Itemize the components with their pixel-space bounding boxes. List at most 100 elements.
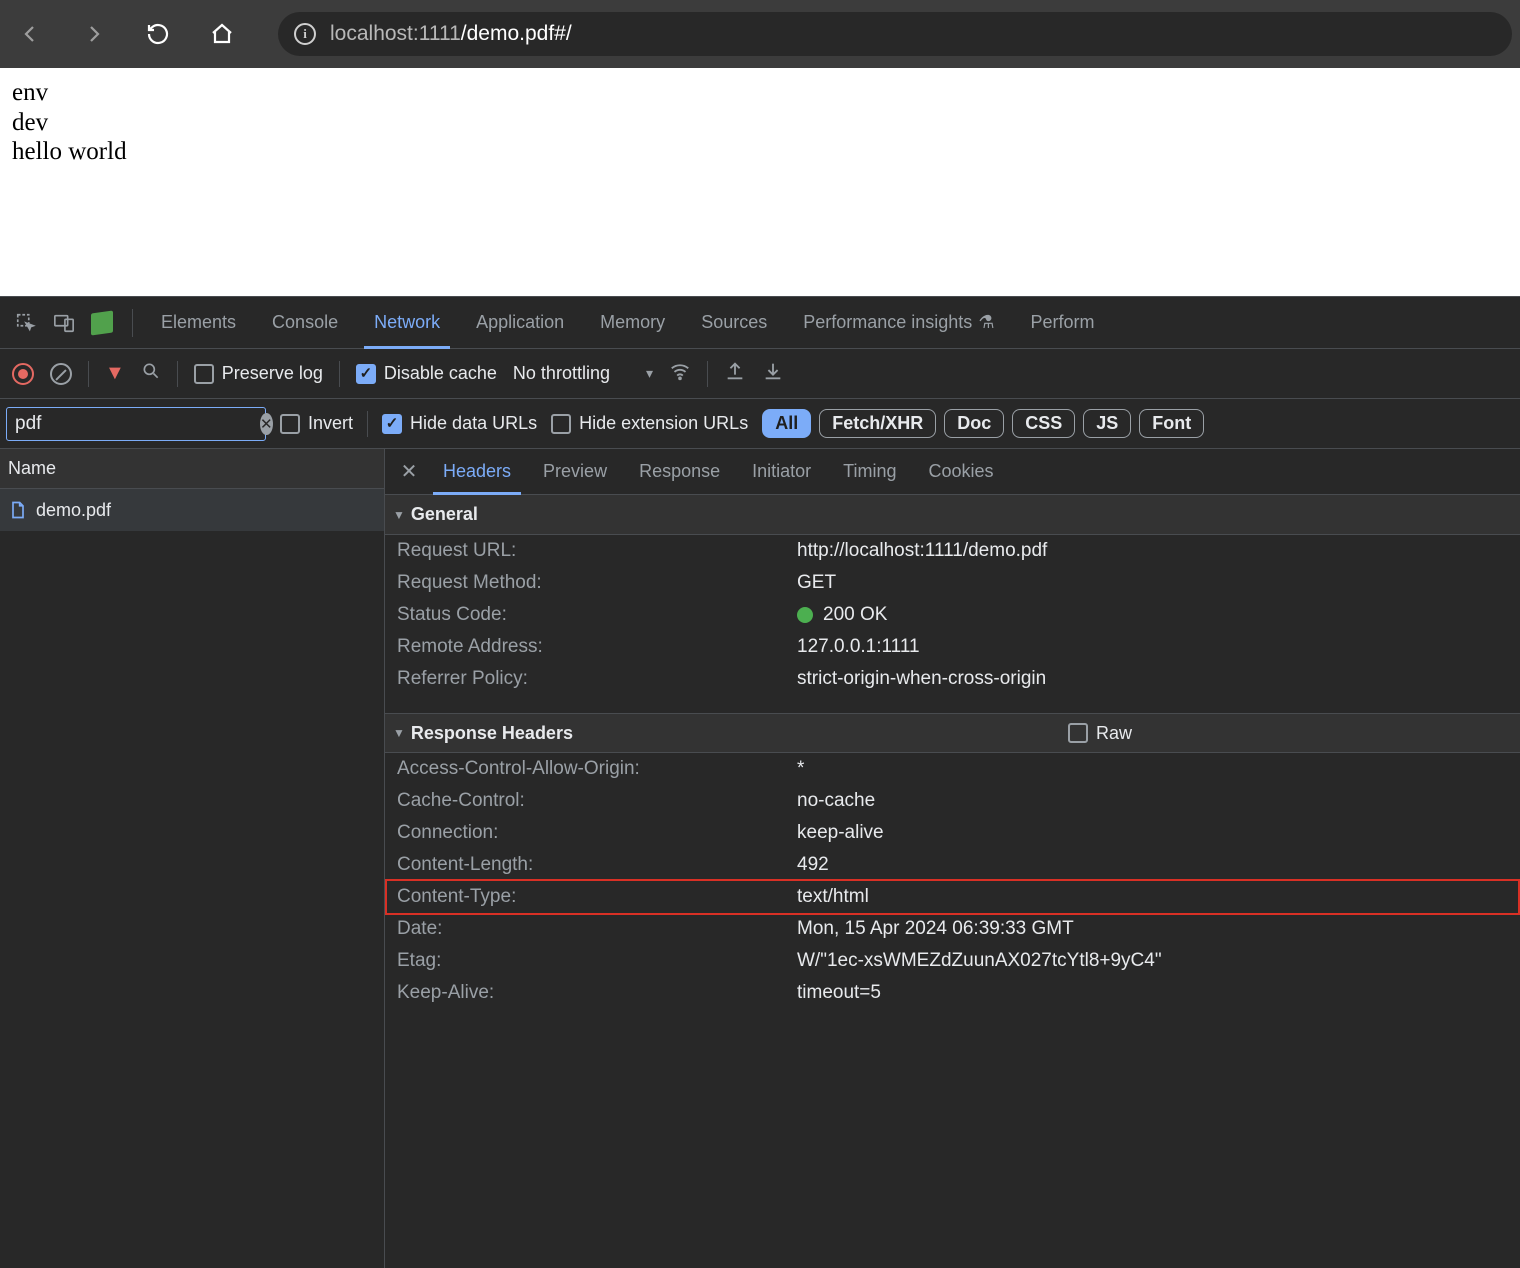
devtools-tab-perform[interactable]: Perform — [1012, 297, 1112, 348]
header-row: Request Method:GET — [385, 567, 1520, 599]
invert-label: Invert — [308, 413, 353, 434]
section-general[interactable]: ▼ General — [385, 495, 1520, 535]
clear-button[interactable] — [50, 363, 72, 385]
extension-icon[interactable] — [88, 309, 116, 337]
search-icon[interactable] — [141, 361, 161, 386]
header-key: Request Method: — [397, 572, 797, 594]
device-toggle-icon[interactable] — [50, 309, 78, 337]
invert-toggle[interactable]: Invert — [280, 413, 353, 434]
header-value: timeout=5 — [797, 982, 1508, 1004]
status-dot-icon — [797, 607, 813, 623]
devtools-tab-performance-insights[interactable]: Performance insights⚗ — [785, 297, 1012, 348]
header-row: Referrer Policy:strict-origin-when-cross… — [385, 663, 1520, 695]
header-value: 492 — [797, 854, 1508, 876]
checkbox-icon — [280, 414, 300, 434]
disable-cache-toggle[interactable]: Disable cache — [356, 363, 497, 384]
devtools-tab-network[interactable]: Network — [356, 297, 458, 348]
filter-pill-all[interactable]: All — [762, 409, 811, 438]
header-row: Request URL:http://localhost:1111/demo.p… — [385, 535, 1520, 567]
flask-icon: ⚗ — [978, 312, 994, 333]
header-row: Remote Address:127.0.0.1:1111 — [385, 631, 1520, 663]
url-text: localhost:1111/demo.pdf#/ — [330, 22, 572, 46]
header-row: Keep-Alive:timeout=5 — [385, 977, 1520, 1009]
header-value: 200 OK — [797, 604, 1508, 626]
hide-data-urls-toggle[interactable]: Hide data URLs — [382, 413, 537, 434]
header-key: Request URL: — [397, 540, 797, 562]
header-value: W/"1ec-xsWMEZdZuunAX027tcYtl8+9yC4" — [797, 950, 1508, 972]
devtools-tab-sources[interactable]: Sources — [683, 297, 785, 348]
header-row: Access-Control-Allow-Origin:* — [385, 753, 1520, 785]
filter-input[interactable] — [15, 413, 260, 435]
filter-icon[interactable]: ▼ — [105, 362, 125, 385]
network-toolbar: ▼ Preserve log Disable cache No throttli… — [0, 349, 1520, 399]
filter-pill-fetch-xhr[interactable]: Fetch/XHR — [819, 409, 936, 438]
request-detail: ✕ HeadersPreviewResponseInitiatorTimingC… — [385, 449, 1520, 1268]
detail-tab-initiator[interactable]: Initiator — [736, 449, 827, 494]
hide-extension-urls-toggle[interactable]: Hide extension URLs — [551, 413, 748, 434]
header-row: Connection:keep-alive — [385, 817, 1520, 849]
header-value: strict-origin-when-cross-origin — [797, 668, 1508, 690]
back-button[interactable] — [8, 12, 52, 56]
devtools-tab-memory[interactable]: Memory — [582, 297, 683, 348]
header-value: keep-alive — [797, 822, 1508, 844]
devtools-tabstrip: ElementsConsoleNetworkApplicationMemoryS… — [0, 297, 1520, 349]
devtools: ElementsConsoleNetworkApplicationMemoryS… — [0, 296, 1520, 1268]
clear-filter-icon[interactable]: ✕ — [260, 413, 273, 435]
filter-pill-doc[interactable]: Doc — [944, 409, 1004, 438]
filter-pill-js[interactable]: JS — [1083, 409, 1131, 438]
detail-tabstrip: ✕ HeadersPreviewResponseInitiatorTimingC… — [385, 449, 1520, 495]
throttling-select[interactable]: No throttling ▾ — [513, 363, 653, 384]
detail-tab-timing[interactable]: Timing — [827, 449, 912, 494]
import-har-icon[interactable] — [762, 360, 784, 387]
detail-tab-preview[interactable]: Preview — [527, 449, 623, 494]
home-button[interactable] — [200, 12, 244, 56]
header-row: Content-Type:text/html — [385, 879, 1520, 915]
header-value: no-cache — [797, 790, 1508, 812]
detail-tab-cookies[interactable]: Cookies — [913, 449, 1010, 494]
page-content: env dev hello world — [0, 68, 1520, 296]
header-key: Cache-Control: — [397, 790, 797, 812]
close-detail-icon[interactable]: ✕ — [391, 454, 427, 490]
disclosure-triangle-icon: ▼ — [393, 726, 405, 740]
checkbox-icon — [382, 414, 402, 434]
network-conditions-icon[interactable] — [669, 360, 691, 387]
devtools-tab-elements[interactable]: Elements — [143, 297, 254, 348]
header-value: text/html — [797, 886, 1508, 908]
header-key: Content-Length: — [397, 854, 797, 876]
header-key: Etag: — [397, 950, 797, 972]
filter-pill-css[interactable]: CSS — [1012, 409, 1075, 438]
site-info-icon[interactable]: i — [294, 23, 316, 45]
devtools-tab-console[interactable]: Console — [254, 297, 356, 348]
filter-pill-font[interactable]: Font — [1139, 409, 1204, 438]
request-list: Name demo.pdf — [0, 449, 385, 1268]
header-value: http://localhost:1111/demo.pdf — [797, 540, 1508, 562]
requests-column-header[interactable]: Name — [0, 449, 384, 489]
section-title: General — [411, 504, 478, 525]
devtools-tab-application[interactable]: Application — [458, 297, 582, 348]
forward-button[interactable] — [72, 12, 116, 56]
checkbox-icon — [194, 364, 214, 384]
page-line: hello world — [12, 137, 1508, 167]
record-button[interactable] — [12, 363, 34, 385]
detail-tab-response[interactable]: Response — [623, 449, 736, 494]
header-row: Date:Mon, 15 Apr 2024 06:39:33 GMT — [385, 913, 1520, 945]
request-row[interactable]: demo.pdf — [0, 489, 384, 531]
address-bar[interactable]: i localhost:1111/demo.pdf#/ — [278, 12, 1512, 56]
section-response-headers[interactable]: ▼ Response Headers Raw — [385, 713, 1520, 753]
header-value: Mon, 15 Apr 2024 06:39:33 GMT — [797, 918, 1508, 940]
throttling-value: No throttling — [513, 363, 610, 384]
request-name: demo.pdf — [36, 500, 111, 521]
reload-button[interactable] — [136, 12, 180, 56]
detail-tab-headers[interactable]: Headers — [427, 449, 527, 494]
inspect-icon[interactable] — [12, 309, 40, 337]
hide-extension-urls-label: Hide extension URLs — [579, 413, 748, 434]
export-har-icon[interactable] — [724, 360, 746, 387]
detail-body: ▼ General Request URL:http://localhost:1… — [385, 495, 1520, 1268]
header-key: Connection: — [397, 822, 797, 844]
disclosure-triangle-icon: ▼ — [393, 508, 405, 522]
disable-cache-label: Disable cache — [384, 363, 497, 384]
header-value: 127.0.0.1:1111 — [797, 636, 1508, 658]
header-row: Etag:W/"1ec-xsWMEZdZuunAX027tcYtl8+9yC4" — [385, 945, 1520, 977]
preserve-log-toggle[interactable]: Preserve log — [194, 363, 323, 384]
raw-toggle[interactable]: Raw — [1068, 723, 1512, 744]
